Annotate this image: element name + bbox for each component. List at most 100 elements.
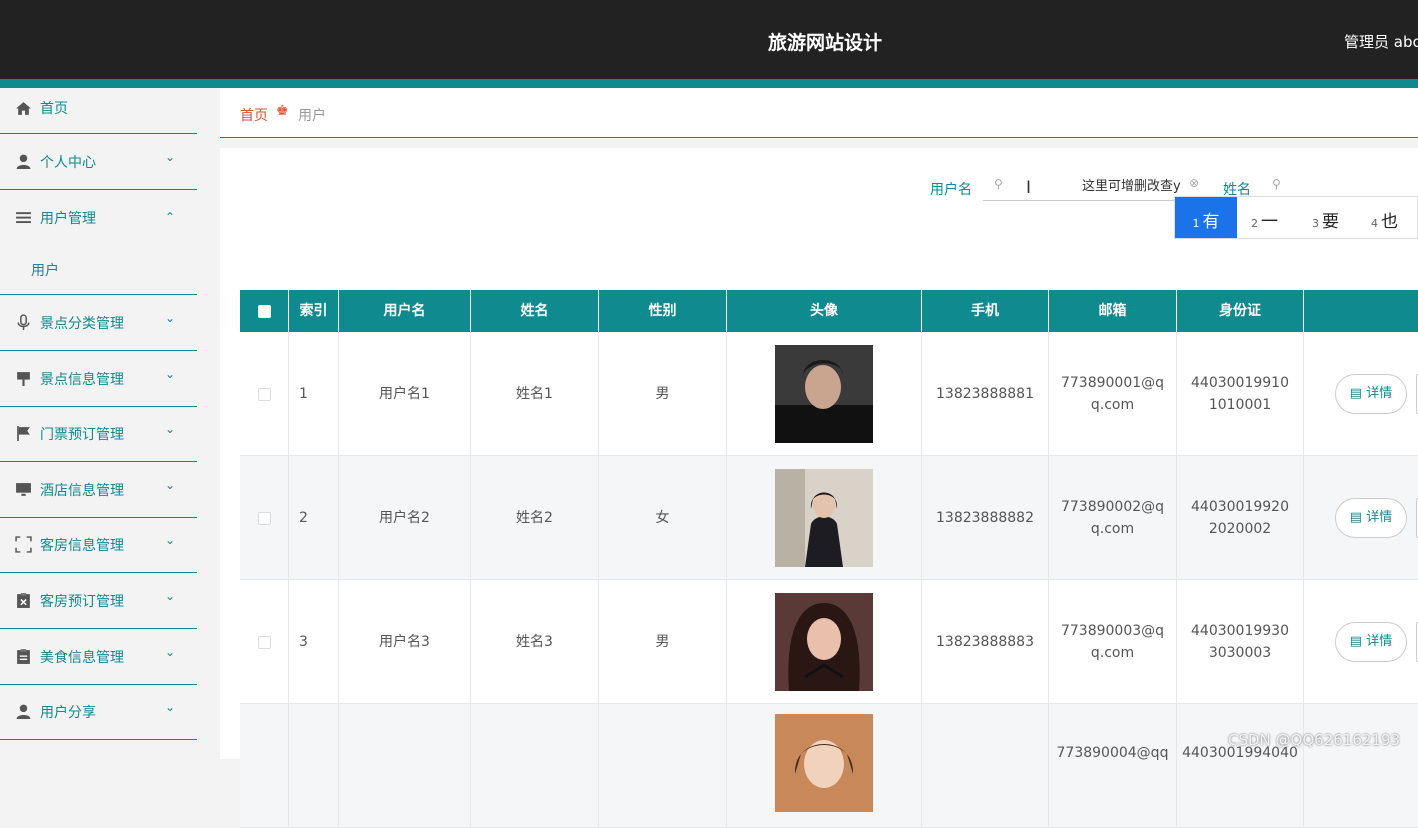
sidebar-item-label: 用户管理: [40, 211, 96, 227]
sidebar-item-user-share[interactable]: 用户分享 ⌄: [0, 684, 197, 740]
content-panel: 用户名 ⚲ 这里可增删改查y ⊗ I 姓名 ⚲ 1有 2一 3要 4也 索引 用…: [220, 148, 1418, 828]
cell-gender: [599, 704, 727, 828]
table-row: 773890004@qq 4403001994040: [240, 704, 1418, 828]
col-name: 姓名: [471, 290, 599, 332]
chevron-up-icon: ⌃: [165, 210, 176, 224]
table-row: 3 用户名3 姓名3 男 13823888883 773890003@qq.co…: [240, 580, 1418, 704]
breadcrumb-home[interactable]: 首页: [240, 105, 268, 125]
cell-actions: [1304, 704, 1418, 828]
chevron-down-icon: ⌄: [165, 367, 176, 381]
cell-username: [339, 704, 471, 828]
sidebar-item-ticket-booking[interactable]: 门票预订管理 ⌄: [0, 406, 197, 462]
sidebar: 首页 个人中心 ⌄ 用户管理 ⌃ 用户 景点分类管理 ⌄ 景点信息管理 ⌄ 门票…: [0, 88, 197, 759]
cell-index: 3: [289, 580, 339, 704]
detail-button[interactable]: ▤ 详情: [1335, 498, 1407, 538]
cell-email: 773890002@qq.com: [1049, 456, 1177, 580]
text-cursor-icon: I: [1026, 178, 1032, 198]
clipboard-icon: [17, 649, 30, 664]
col-idcard: 身份证: [1177, 290, 1304, 332]
clipboard-x-icon: [17, 593, 30, 608]
cell-avatar: [727, 580, 922, 704]
cell-index: 2: [289, 456, 339, 580]
breadcrumb-current: 用户: [298, 108, 326, 124]
sidebar-item-label: 客房预订管理: [40, 594, 124, 610]
cell-gender: 女: [599, 456, 727, 580]
sidebar-subitem-users[interactable]: 用户: [0, 245, 197, 295]
cell-name: 姓名2: [471, 456, 599, 580]
cell-idcard: 440300199303030003: [1177, 580, 1304, 704]
sidebar-item-food-info[interactable]: 美食信息管理 ⌄: [0, 629, 197, 685]
row-checkbox[interactable]: [240, 332, 289, 456]
cell-email: 773890004@qq: [1049, 704, 1177, 828]
sidebar-item-scenic-category[interactable]: 景点分类管理 ⌄: [0, 295, 197, 351]
sidebar-item-label: 门票预订管理: [40, 427, 124, 443]
sidebar-item-hotel-info[interactable]: 酒店信息管理 ⌄: [0, 462, 197, 518]
username-search-input[interactable]: ⚲ 这里可增删改查y ⊗: [983, 173, 1203, 201]
sidebar-item-label: 个人中心: [40, 155, 96, 171]
username-search-label: 用户名: [930, 182, 972, 198]
username-search-value: 这里可增删改查y: [1082, 179, 1181, 194]
row-checkbox[interactable]: [240, 704, 289, 828]
sidebar-item-user-management[interactable]: 用户管理 ⌃: [0, 190, 197, 246]
top-header: 旅游网站设计 管理员 abc: [0, 0, 1418, 88]
sidebar-item-room-booking[interactable]: 客房预订管理 ⌄: [0, 573, 197, 629]
table-header: 索引 用户名 姓名 性别 头像 手机 邮箱 身份证: [240, 290, 1418, 332]
cell-index: 1: [289, 332, 339, 456]
site-title: 旅游网站设计: [767, 32, 882, 54]
avatar: [775, 714, 873, 812]
detail-button[interactable]: ▤ 详情: [1335, 622, 1407, 662]
document-icon: ▤: [1349, 386, 1367, 401]
main-area: 首页 ♚ 用户 用户名 ⚲ 这里可增删改查y ⊗ I 姓名 ⚲ 1有 2一 3要…: [220, 88, 1418, 828]
detail-button[interactable]: ▤ 详情: [1335, 374, 1407, 414]
avatar: [775, 345, 873, 443]
admin-user[interactable]: 管理员 abc: [1344, 31, 1418, 52]
ime-candidate[interactable]: 1有: [1175, 197, 1237, 238]
col-actions: [1304, 290, 1418, 332]
cell-username: 用户名1: [339, 332, 471, 456]
row-checkbox[interactable]: [240, 456, 289, 580]
sidebar-item-personal-center[interactable]: 个人中心 ⌄: [0, 134, 197, 190]
ime-candidate[interactable]: 3要: [1312, 197, 1339, 238]
cell-email: 773890001@qq.com: [1049, 332, 1177, 456]
cell-idcard: 440300199202020002: [1177, 456, 1304, 580]
frame-icon: [15, 536, 32, 553]
ime-candidate[interactable]: 4也: [1371, 197, 1398, 238]
clear-icon[interactable]: ⊗: [1189, 176, 1199, 190]
select-all-checkbox[interactable]: [240, 290, 289, 332]
table-row: 2 用户名2 姓名2 女 13823888882 773890002@qq.co…: [240, 456, 1418, 580]
chevron-down-icon: ⌄: [165, 589, 176, 603]
sidebar-item-label: 景点信息管理: [40, 372, 124, 388]
avatar: [775, 593, 873, 691]
cell-username: 用户名3: [339, 580, 471, 704]
chevron-down-icon: ⌄: [165, 422, 176, 436]
sidebar-item-home[interactable]: 首页: [0, 88, 197, 134]
breadcrumb: 首页 ♚ 用户: [220, 88, 1418, 138]
header-accent-bar: [0, 79, 1418, 88]
table-row: 1 用户名1 姓名1 男 13823888881 773890001@qq.co…: [240, 332, 1418, 456]
sidebar-item-label: 美食信息管理: [40, 650, 124, 666]
col-gender: 性别: [599, 290, 727, 332]
ime-candidate-bar: 1有 2一 3要 4也: [1174, 196, 1418, 239]
cell-actions: ▤ 详情: [1304, 332, 1418, 456]
chevron-down-icon: ⌄: [165, 478, 176, 492]
mic-icon: [17, 314, 30, 330]
home-icon: [16, 102, 31, 115]
ime-candidate[interactable]: 2一: [1251, 197, 1278, 238]
cell-idcard: 440300199101010001: [1177, 332, 1304, 456]
cell-actions: ▤ 详情: [1304, 456, 1418, 580]
watermark: CSDN @QQ626162193: [1228, 731, 1401, 749]
row-checkbox[interactable]: [240, 580, 289, 704]
sidebar-item-label: 首页: [40, 101, 68, 117]
sidebar-subitem-label: 用户: [31, 263, 59, 279]
sidebar-item-label: 客房信息管理: [40, 538, 124, 554]
cell-name: [471, 704, 599, 828]
cell-name: 姓名1: [471, 332, 599, 456]
cell-avatar: [727, 332, 922, 456]
cell-phone: [922, 704, 1049, 828]
sidebar-item-room-info[interactable]: 客房信息管理 ⌄: [0, 517, 197, 573]
chevron-down-icon: ⌄: [165, 645, 176, 659]
col-avatar: 头像: [727, 290, 922, 332]
col-phone: 手机: [922, 290, 1049, 332]
sidebar-item-scenic-info[interactable]: 景点信息管理 ⌄: [0, 351, 197, 407]
list-icon: [16, 212, 31, 224]
